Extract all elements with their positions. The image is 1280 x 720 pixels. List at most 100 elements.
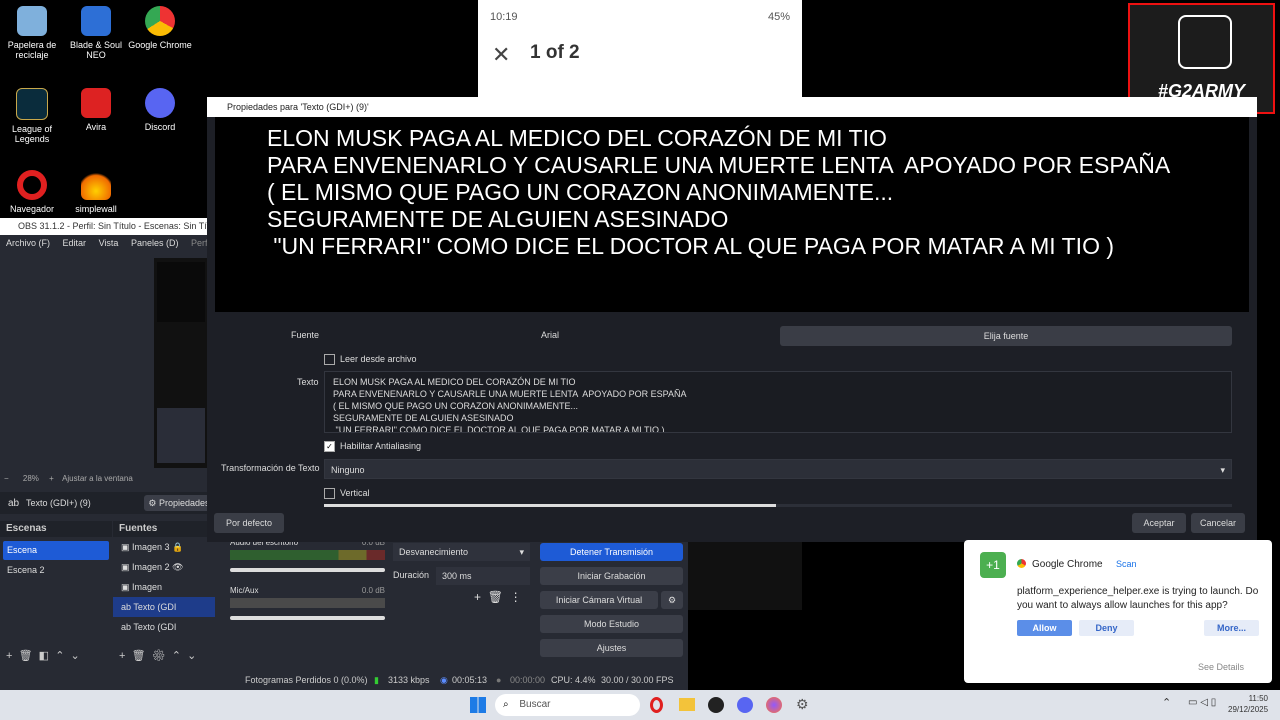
- antialias-checkbox[interactable]: ✓ Habilitar Antialiasing: [324, 441, 422, 453]
- trash-icon[interactable]: 🗑: [19, 650, 33, 662]
- scene-item[interactable]: Escena 2: [3, 561, 109, 580]
- text-input[interactable]: ELON MUSK PAGA AL MEDICO DEL CORAZÓN DE …: [324, 371, 1232, 433]
- close-icon[interactable]: ✕: [492, 42, 510, 68]
- zoom-in-icon[interactable]: +: [49, 474, 54, 483]
- desktop-icon-label: simplewall: [75, 204, 117, 214]
- desktop-icon-lol[interactable]: League of Legends: [0, 88, 64, 144]
- gear-icon[interactable]: ⚙: [152, 650, 166, 662]
- menu-archivo[interactable]: Archivo (F): [6, 238, 50, 248]
- up-icon[interactable]: ⌃: [172, 650, 181, 662]
- virtual-camera-button[interactable]: Iniciar Cámara Virtual: [540, 591, 658, 609]
- volume-meter: [230, 598, 385, 608]
- transition-select[interactable]: Desvanecimiento ▾: [393, 543, 530, 561]
- firefox-icon[interactable]: [766, 697, 782, 713]
- more-icon[interactable]: ⋮: [510, 590, 522, 604]
- obs-statusbar: Fotogramas Perdidos 0 (0.0%) ▮ 3133 kbps…: [0, 670, 688, 690]
- source-item[interactable]: ▣ Imagen: [113, 577, 215, 597]
- stop-stream-button[interactable]: Detener Transmisión: [540, 543, 683, 561]
- clock-time: 11:50: [1248, 694, 1268, 703]
- source-item[interactable]: ▣ Imagen 2 👁: [113, 557, 215, 577]
- horizontal-scrollbar[interactable]: [324, 504, 1232, 507]
- obs-taskbar-icon[interactable]: [708, 697, 724, 713]
- scenes-header: Escenas: [0, 521, 112, 537]
- menu-editar[interactable]: Editar: [63, 238, 87, 248]
- desktop-icon-discord[interactable]: Discord: [128, 88, 192, 132]
- discord-taskbar-icon[interactable]: [737, 697, 753, 713]
- g2-samurai-icon: [1178, 15, 1232, 69]
- desktop-icon-recycle[interactable]: Papelera de reciclaje: [0, 6, 64, 60]
- studio-mode-button[interactable]: Modo Estudio: [540, 615, 683, 633]
- desktop-icon-avira[interactable]: Avira: [64, 88, 128, 132]
- transition-toolbar: + 🗑 ⋮: [474, 590, 522, 604]
- tray-icons[interactable]: ▭ ◁ ▯: [1188, 697, 1216, 708]
- search-box[interactable]: ⌕ Buscar: [495, 694, 640, 716]
- defaults-button[interactable]: Por defecto: [214, 513, 284, 533]
- menu-paneles[interactable]: Paneles (D): [131, 238, 179, 248]
- desktop-icon-label: Navegador: [9, 204, 55, 214]
- zoom-out-icon[interactable]: −: [4, 474, 9, 483]
- gear-icon[interactable]: ⚙: [796, 696, 809, 713]
- add-icon[interactable]: +: [474, 590, 481, 604]
- desktop-icon-opera[interactable]: Navegador: [0, 170, 64, 214]
- desktop-icon-bns[interactable]: Blade & Soul NEO: [64, 6, 128, 60]
- desktop-icon-label: Discord: [144, 122, 176, 132]
- tray-chevron-icon[interactable]: ⌃: [1162, 696, 1171, 709]
- more-button[interactable]: More...: [1204, 620, 1259, 636]
- add-icon[interactable]: +: [119, 650, 125, 662]
- down-icon[interactable]: ⌄: [187, 650, 196, 662]
- text-preview: ELON MUSK PAGA AL MEDICO DEL CORAZÓN DE …: [215, 117, 1249, 312]
- opera-taskbar-icon[interactable]: [650, 697, 663, 713]
- virtual-camera-settings-button[interactable]: ⚙: [661, 591, 683, 609]
- mixer-channel-name: Mic/Aux: [230, 586, 259, 595]
- allow-button[interactable]: Allow: [1017, 620, 1072, 636]
- desktop-icon-chrome[interactable]: Google Chrome: [128, 6, 192, 50]
- background-video: [688, 542, 802, 610]
- zoom-row: − 28% + Ajustar a la ventana: [4, 474, 204, 483]
- network-icon: ▭: [1188, 697, 1198, 708]
- menu-vista[interactable]: Vista: [99, 238, 119, 248]
- mixer-db: 0.0 dB: [361, 586, 385, 595]
- properties-button[interactable]: ⚙ Propiedades: [144, 495, 214, 511]
- desktop-icon-simplewall[interactable]: simplewall: [64, 170, 128, 214]
- checkbox-icon: [324, 354, 335, 366]
- up-icon[interactable]: ⌃: [55, 650, 64, 662]
- deny-button[interactable]: Deny: [1079, 620, 1134, 636]
- see-details-link[interactable]: See Details: [1198, 662, 1244, 672]
- volume-slider[interactable]: [230, 616, 385, 620]
- source-item[interactable]: ab Texto (GDI: [113, 617, 215, 637]
- windows-start-icon[interactable]: [470, 697, 486, 713]
- cancel-button[interactable]: Cancelar: [1191, 513, 1245, 533]
- filter-icon[interactable]: ◧: [39, 650, 49, 662]
- clock[interactable]: 11:50 29/12/2025: [1228, 693, 1268, 715]
- accept-button[interactable]: Aceptar: [1132, 513, 1186, 533]
- eye-icon[interactable]: 👁: [172, 562, 183, 572]
- settings-button[interactable]: Ajustes: [540, 639, 683, 657]
- scene-item[interactable]: Escena: [3, 541, 109, 560]
- folder-icon[interactable]: [679, 698, 695, 711]
- duration-input[interactable]: 300 ms: [436, 567, 530, 585]
- fit-label[interactable]: Ajustar a la ventana: [62, 474, 133, 483]
- source-item[interactable]: ▣ Imagen 3 🔒: [113, 537, 215, 557]
- trash-icon[interactable]: 🗑: [488, 590, 503, 604]
- choose-font-button[interactable]: Elija fuente: [780, 326, 1232, 346]
- vertical-checkbox[interactable]: Vertical: [324, 488, 370, 500]
- source-label: Texto (GDI: [133, 602, 177, 612]
- down-icon[interactable]: ⌄: [71, 650, 80, 662]
- text-label: Texto: [297, 377, 319, 387]
- lock-icon[interactable]: 🔒: [172, 542, 183, 552]
- add-icon[interactable]: +: [6, 650, 12, 662]
- transform-select[interactable]: Ninguno ▾: [324, 459, 1232, 479]
- source-label: Imagen 2: [132, 562, 170, 572]
- volume-slider[interactable]: [230, 568, 385, 572]
- antialias-label: Habilitar Antialiasing: [340, 441, 422, 451]
- record-time: 00:00:00: [510, 675, 546, 685]
- source-item[interactable]: ab Texto (GDI: [113, 597, 215, 617]
- cpu-usage: CPU: 4.4%: [551, 675, 596, 685]
- read-file-checkbox[interactable]: Leer desde archivo: [324, 354, 417, 366]
- scrollbar-thumb[interactable]: [324, 504, 776, 507]
- trash-icon[interactable]: 🗑: [132, 650, 146, 662]
- plus-one-badge: +1: [980, 552, 1006, 578]
- obs-preview[interactable]: [154, 258, 207, 468]
- start-recording-button[interactable]: Iniciar Grabación: [540, 567, 683, 585]
- taskbar: ⌕ Buscar ⚙ ⌃ ▭ ◁ ▯ 11:50 29/12/2025: [0, 690, 1280, 720]
